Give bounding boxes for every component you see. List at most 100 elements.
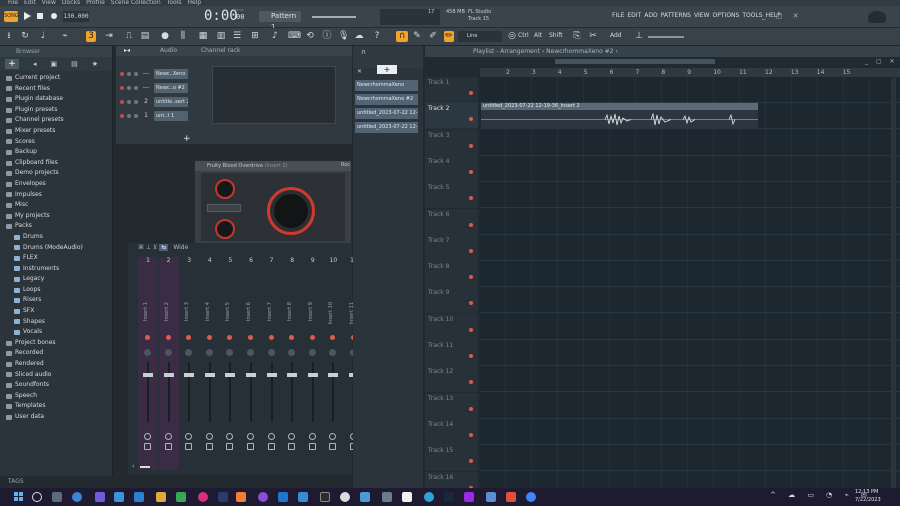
channel-name-button[interactable]: Newc..Xeno [154,68,188,79]
mixer-mute-icon[interactable] [227,335,233,340]
browser-item[interactable]: Sliced audio [0,370,112,381]
play-icon[interactable] [24,12,31,20]
mixer-send-icon[interactable] [288,433,296,440]
mixer-pan-knob[interactable] [185,349,193,356]
mixer-route-icon[interactable] [247,443,254,450]
file-explorer-icon[interactable] [156,492,166,502]
tempo-marker-icon[interactable]: ⊥ [634,31,644,42]
channel-rack-arrows-icon[interactable]: ▸◂ [116,47,130,54]
twitch-icon[interactable] [464,492,474,502]
microphone-icon[interactable]: 🎙 [338,31,349,42]
mixer-route-icon[interactable] [144,443,151,450]
browser-item[interactable]: Packs [0,221,112,232]
mixer-fader-track[interactable] [167,362,170,422]
mixer-fader-cap[interactable] [287,373,298,377]
mixer-strip[interactable]: 2 Insert 2 [158,257,179,470]
channel-row[interactable]: 1 unt..t 1 [120,110,188,121]
messenger-icon[interactable] [258,492,268,502]
pattern-selector[interactable]: Pattern 1 [259,11,301,31]
pattern-item[interactable]: NewcrhommaXeno [355,80,418,91]
mixer-fader-cap[interactable] [163,373,174,377]
channel-led-icon[interactable] [120,113,124,118]
pattern-icon[interactable]: ▤ [140,31,150,42]
notepad-icon[interactable] [402,492,412,502]
track-header[interactable]: Track 1 [425,77,478,103]
mixer-fader-track[interactable] [208,362,211,422]
plugin-picker-icon[interactable]: ♪ [270,31,280,42]
mixer-route-icon[interactable] [288,443,296,450]
teams-icon[interactable] [95,492,105,502]
mixer-mute-icon[interactable] [289,335,295,340]
browser-tags[interactable]: TAGS [0,476,113,488]
app-icon[interactable] [382,492,392,502]
track-header[interactable]: Track 3 [425,129,478,156]
playlist-window-controls[interactable]: _ ▢ ✕ [865,58,898,65]
track-header[interactable]: Track 5 [425,182,478,209]
master-volume-slider[interactable] [312,16,356,18]
main-menu-item[interactable]: VIEW [694,12,710,19]
browser-item[interactable]: Risers [0,295,112,306]
draw-tool-icon[interactable]: ✎ [412,31,422,42]
track-header[interactable]: Track 14 [425,418,478,445]
color-knob[interactable] [215,219,235,239]
channel-row[interactable]: 2 untitle..sert 2 [120,96,188,107]
track-mute-icon[interactable] [469,406,473,411]
mixer-fader-track[interactable] [229,362,232,422]
mixer-route-icon[interactable] [267,443,275,450]
snap-mode-select[interactable]: Line [458,31,502,42]
playlist-arrow-icon[interactable]: › [615,48,617,55]
browser-item[interactable]: Scores [0,137,112,148]
mixer-strip[interactable]: 9 Insert 9 [303,257,323,470]
channel-mixer-track[interactable]: --- [141,70,151,77]
track-lane[interactable] [480,340,900,366]
track-header[interactable]: Track 9 [425,287,478,314]
mixer-strip[interactable]: 1 Insert 1 [138,257,158,470]
drum-icon[interactable]: ◎ [507,31,517,42]
fl-studio-taskbar-icon[interactable] [198,492,208,502]
track-mute-icon[interactable] [469,143,473,148]
mixer-send-icon[interactable] [226,433,234,440]
snipping-tool-icon[interactable] [360,492,370,502]
mixer-mute-icon[interactable] [145,335,150,340]
mixer-pan-knob[interactable] [164,349,172,356]
photos-icon[interactable] [218,492,228,502]
browser-item[interactable]: Instruments [0,264,112,275]
browser-item[interactable]: Templates [0,401,112,412]
mixer-route-icon[interactable] [308,443,316,450]
playlist-vscrollbar[interactable] [891,78,896,488]
mixer-route-icon[interactable] [329,443,337,450]
mixer-scroll-left-icon[interactable]: ‹ [132,463,134,470]
browser-star-icon[interactable]: ★ [92,60,98,68]
browser-item[interactable]: Channel presets [0,115,112,126]
record-icon[interactable] [51,13,57,19]
mixer-mute-icon[interactable] [330,335,336,340]
browser-item[interactable]: Clipboard files [0,158,112,169]
mixer-pan-knob[interactable] [329,349,337,356]
terminal-icon[interactable] [320,492,330,502]
snap-magnet-icon[interactable]: ∩ [396,31,408,42]
browser-item[interactable]: Backup [0,147,112,158]
track-lane[interactable] [480,392,900,419]
pattern-item[interactable]: NewcrhommaXeno #2 [355,94,418,105]
mixer-pan-knob[interactable] [308,349,316,356]
mixer-route-icon[interactable] [185,443,193,450]
channel-vol-icon[interactable] [134,113,138,118]
alt-button[interactable]: Alt [534,32,542,39]
browser-item[interactable]: Drums (ModeAudio) [0,243,112,254]
mixer-mute-icon[interactable] [309,335,315,340]
mixer-send-icon[interactable] [308,433,316,440]
channel-vol-icon[interactable] [134,99,138,104]
mixer-route-icon[interactable] [205,443,213,450]
channel-led-icon[interactable] [120,99,124,104]
track-lane[interactable] [480,129,900,156]
channel-pan-icon[interactable] [127,99,131,104]
plugin-menu-button[interactable]: Roc [341,162,350,168]
mixer-fader-track[interactable] [250,362,252,422]
mixer-send-icon[interactable] [267,433,275,440]
paste-icon[interactable]: ⎘ [572,31,582,42]
info-icon[interactable]: ⓘ [322,31,332,42]
track-lane[interactable] [480,287,900,314]
channel-rack-icon[interactable]: ▦ [198,31,208,42]
paint-tool-icon[interactable]: ✐ [428,31,438,42]
browser-item[interactable]: Misc [0,200,112,211]
